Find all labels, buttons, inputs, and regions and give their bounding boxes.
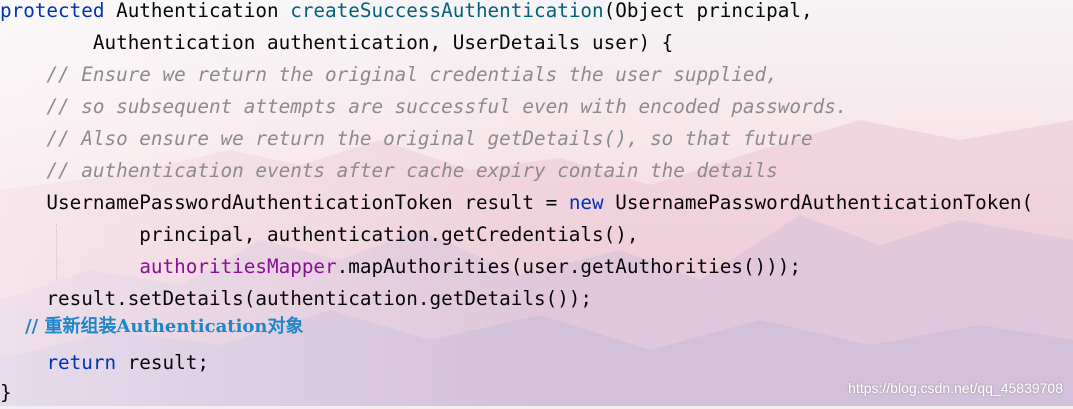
field-authorities-mapper: authoritiesMapper xyxy=(139,255,337,278)
return-type: Authentication xyxy=(104,0,291,22)
map-authorities-call: .mapAuthorities(user.getAuthorities())); xyxy=(336,255,801,278)
comment-line[interactable]: // authentication events after cache exp… xyxy=(0,155,778,187)
comment-text: // so subsequent attempts are successful… xyxy=(0,95,848,118)
code-line-13[interactable]: } xyxy=(0,377,12,409)
code-line-12[interactable]: return result; xyxy=(0,347,209,379)
code-line-2[interactable]: Authentication authentication, UserDetai… xyxy=(0,27,673,59)
comment-text: // authentication events after cache exp… xyxy=(0,159,778,182)
custom-comment-text: // 重新组装Authentication对象 xyxy=(0,316,304,337)
code-line-9[interactable]: authoritiesMapper.mapAuthorities(user.ge… xyxy=(0,251,801,283)
comment-line[interactable]: // Ensure we return the original credent… xyxy=(0,59,778,91)
method-params-continued: Authentication authentication, UserDetai… xyxy=(0,31,674,54)
comment-text: // Ensure we return the original credent… xyxy=(0,63,778,86)
declaration: UsernamePasswordAuthenticationToken resu… xyxy=(0,191,569,214)
keyword-new: new xyxy=(568,191,604,214)
keyword-return: return xyxy=(46,351,117,374)
constructor-call: UsernamePasswordAuthenticationToken( xyxy=(603,191,1034,214)
return-value: result; xyxy=(116,351,209,374)
code-line-1[interactable]: protected Authentication createSuccessAu… xyxy=(0,0,813,27)
comment-text: // Also ensure we return the original ge… xyxy=(0,127,813,150)
comment-line[interactable]: // so subsequent attempts are successful… xyxy=(0,91,847,123)
code-line-7[interactable]: UsernamePasswordAuthenticationToken resu… xyxy=(0,187,1033,219)
set-details-call: result.setDetails(authentication.getDeta… xyxy=(0,287,593,310)
constructor-args: principal, authentication.getCredentials… xyxy=(0,223,639,246)
custom-comment-line[interactable]: // 重新组装Authentication对象 xyxy=(0,311,304,343)
keyword-protected: protected xyxy=(0,0,105,22)
code-line-8[interactable]: principal, authentication.getCredentials… xyxy=(0,219,638,251)
method-params: (Object principal, xyxy=(603,0,813,22)
code-editor[interactable]: protected Authentication createSuccessAu… xyxy=(0,0,1073,406)
closing-brace: } xyxy=(0,381,12,404)
comment-line[interactable]: // Also ensure we return the original ge… xyxy=(0,123,813,155)
method-name: createSuccessAuthentication xyxy=(290,0,604,22)
